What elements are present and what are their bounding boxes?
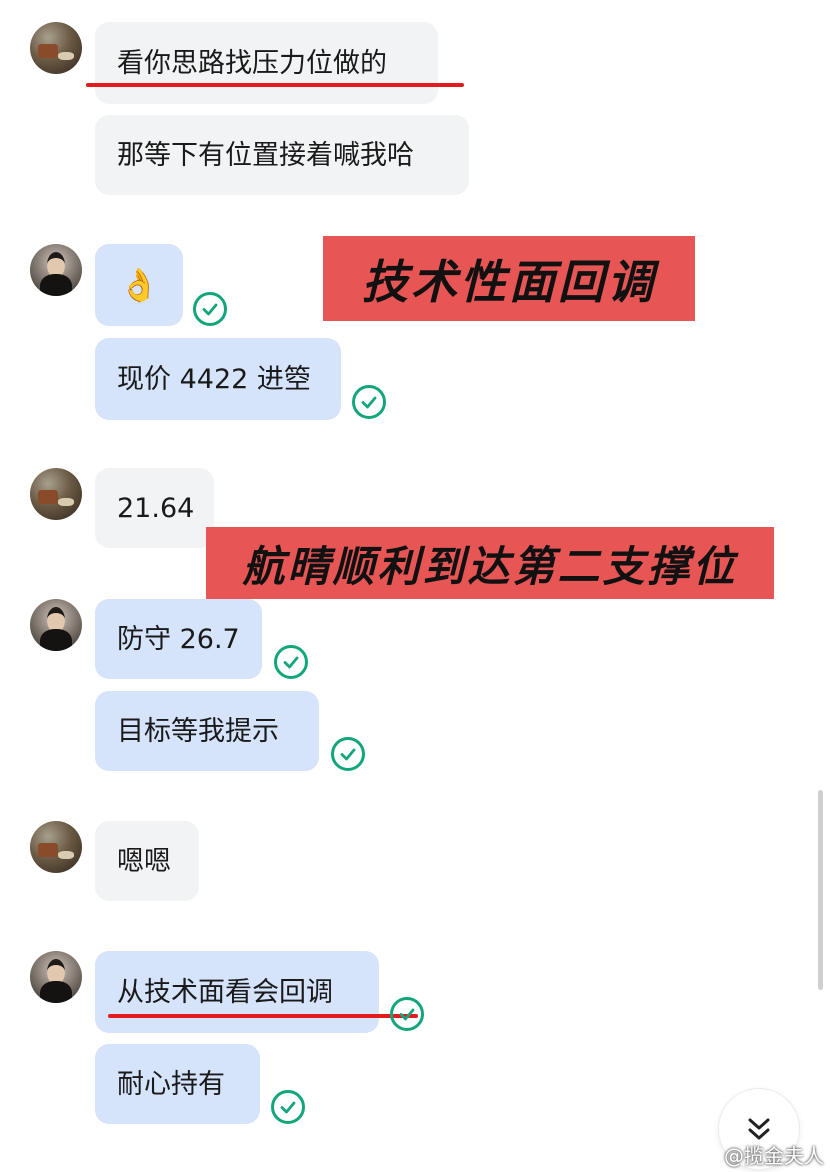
message-text: 21.64 bbox=[117, 492, 195, 524]
avatar-self[interactable] bbox=[30, 951, 82, 1003]
check-circle-icon bbox=[390, 997, 424, 1031]
avatar-contact[interactable] bbox=[30, 468, 82, 520]
annotation-banner: 航晴顺利到达第二支撑位 bbox=[206, 527, 774, 599]
check-circle-icon bbox=[271, 1090, 305, 1124]
message-bubble-outgoing[interactable]: 耐心持有 bbox=[95, 1044, 260, 1124]
message-bubble-outgoing[interactable]: 防守 26.7 bbox=[95, 599, 262, 679]
avatar-self[interactable] bbox=[30, 599, 82, 651]
avatar-contact[interactable] bbox=[30, 22, 82, 74]
banner-text: 技术性面回调 bbox=[362, 254, 656, 309]
banner-text: 航晴顺利到达第二支撑位 bbox=[242, 541, 738, 591]
red-underline-annotation bbox=[86, 83, 464, 87]
scrollbar-thumb[interactable] bbox=[818, 790, 823, 990]
check-circle-icon bbox=[274, 645, 308, 679]
check-circle-icon bbox=[331, 737, 365, 771]
avatar-self[interactable] bbox=[30, 244, 82, 296]
message-bubble-outgoing[interactable]: 目标等我提示 bbox=[95, 691, 319, 771]
avatar-contact[interactable] bbox=[30, 821, 82, 873]
message-text: 从技术面看会回调 bbox=[117, 976, 333, 1008]
watermark-text: @揽金夫人 bbox=[724, 1144, 824, 1168]
message-bubble-outgoing[interactable]: 从技术面看会回调 bbox=[95, 951, 379, 1033]
weibo-icon bbox=[695, 1146, 718, 1164]
red-underline-annotation bbox=[108, 1014, 418, 1018]
check-circle-icon bbox=[352, 385, 386, 419]
message-text: 嗯嗯 bbox=[117, 845, 171, 877]
message-text: 耐心持有 bbox=[117, 1068, 225, 1100]
message-text: 目标等我提示 bbox=[117, 715, 279, 747]
message-text: 看你思路找压力位做的 bbox=[117, 47, 387, 79]
message-text: 防守 26.7 bbox=[117, 623, 240, 655]
message-bubble-incoming[interactable]: 21.64 bbox=[95, 468, 214, 548]
watermark: @揽金夫人 bbox=[694, 1140, 824, 1169]
message-text: 👌 bbox=[119, 266, 159, 304]
message-bubble-incoming[interactable]: 那等下有位置接着喊我哈 bbox=[95, 115, 469, 195]
message-text: 那等下有位置接着喊我哈 bbox=[117, 139, 414, 171]
message-bubble-incoming[interactable]: 嗯嗯 bbox=[95, 821, 199, 901]
message-bubble-outgoing[interactable]: 现价 4422 进箜 bbox=[95, 338, 341, 420]
check-circle-icon bbox=[193, 292, 227, 326]
annotation-banner: 技术性面回调 bbox=[323, 236, 695, 321]
message-bubble-incoming[interactable]: 看你思路找压力位做的 bbox=[95, 22, 438, 104]
message-bubble-outgoing[interactable]: 👌 bbox=[95, 244, 183, 326]
message-text: 现价 4422 进箜 bbox=[117, 363, 311, 395]
